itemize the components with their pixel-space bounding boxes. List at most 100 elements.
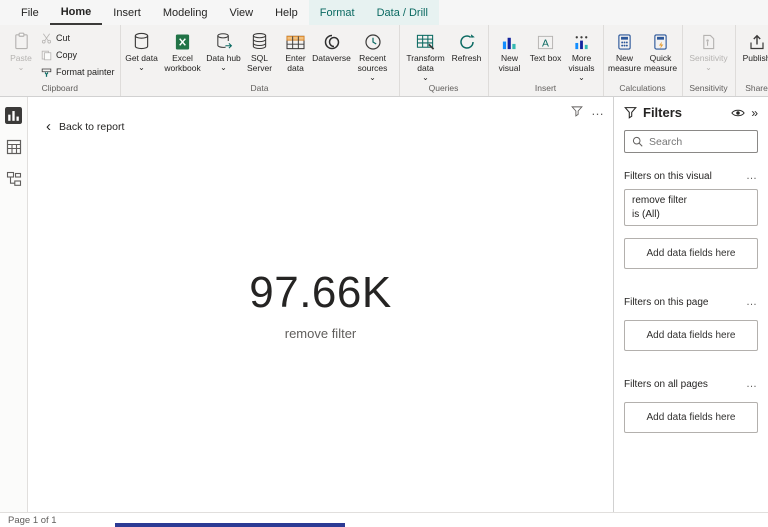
quick-measure-button[interactable]: Quick measure [643,27,679,73]
more-visuals-label: More visuals [568,53,595,74]
eye-icon[interactable] [731,108,746,118]
quick-measure-label: Quick measure [643,53,678,74]
horizontal-scrollbar-thumb[interactable] [115,523,345,527]
report-view-icon [5,106,22,124]
tab-insert[interactable]: Insert [102,0,152,25]
transform-table-icon [416,30,435,51]
tab-view[interactable]: View [218,0,264,25]
ribbon-group-share: Publish Share [736,25,768,96]
ribbon-group-calculations: New measure Quick measure Calculations [604,25,683,96]
ribbon-content: Paste ⌄ Cut Copy Format painter Clipboar… [0,25,768,96]
text-box-icon: A [537,30,554,51]
clipboard-group-label: Clipboard [41,83,78,93]
sensitivity-button[interactable]: Sensitivity ⌄ [686,27,732,72]
sql-database-icon [251,30,268,51]
filters-all-pages-section-header: Filters on all pages … [624,378,758,390]
chevron-down-icon: ⌄ [369,73,376,83]
report-view-button[interactable] [4,105,24,125]
refresh-label: Refresh [451,53,482,63]
transform-data-button[interactable]: Transform data ⌄ [403,27,449,82]
add-data-fields-all-pages[interactable]: Add data fields here [624,402,758,433]
refresh-icon [458,30,476,51]
filters-page-section-header: Filters on this page … [624,296,758,308]
publish-icon [748,30,766,51]
add-data-fields-page[interactable]: Add data fields here [624,320,758,351]
data-hub-icon [215,30,233,51]
dataverse-button[interactable]: Dataverse [312,27,351,63]
filter-field-name: remove filter [632,195,688,206]
database-icon [133,30,150,51]
card-value: 97.66K [249,268,392,317]
share-group-label: Share [745,83,768,93]
sensitivity-label: Sensitivity [689,53,728,63]
more-visuals-button[interactable]: More visuals ⌄ [564,27,600,82]
copy-button[interactable]: Copy [41,48,115,62]
filters-visual-section-header: Filters on this visual … [624,170,758,182]
cut-button[interactable]: Cut [41,31,115,45]
get-data-button[interactable]: Get data ⌄ [124,27,160,72]
model-view-button[interactable] [4,169,24,189]
table-grid-icon [286,30,305,51]
add-data-fields-visual[interactable]: Add data fields here [624,238,758,269]
data-view-icon [6,139,22,155]
clipboard-icon [12,30,31,51]
excel-workbook-button[interactable]: Excel workbook [160,27,206,73]
filter-card-remove-filter[interactable]: remove filter is (All) [624,189,758,226]
new-visual-button[interactable]: New visual [492,27,528,73]
filters-pane: Filters » Filters on this visual … remov… [613,97,768,512]
new-measure-button[interactable]: New measure [607,27,643,73]
get-data-label: Get data [125,53,158,63]
filters-page-section-title: Filters on this page [624,296,709,308]
tab-format[interactable]: Format [308,0,366,25]
recent-sources-button[interactable]: Recent sources ⌄ [350,27,396,82]
filters-search-box [624,130,758,153]
chevron-down-icon: ⌄ [705,63,712,73]
publish-button[interactable]: Publish [739,27,768,63]
copy-icon [41,50,52,61]
filters-visual-more-button[interactable]: … [746,170,758,182]
ribbon-group-data: Get data ⌄ Excel workbook Data hub ⌄ SQL… [121,25,400,96]
enter-data-label: Enter data [285,53,306,74]
search-input[interactable] [649,135,750,148]
card-visual[interactable]: 97.66K remove filter [28,97,613,512]
model-view-icon [6,171,22,187]
sql-server-button[interactable]: SQL Server [242,27,278,73]
bar-chart-icon [501,30,518,51]
filters-all-pages-more-button[interactable]: … [746,378,758,390]
filters-all-pages-section-title: Filters on all pages [624,378,708,390]
tab-modeling[interactable]: Modeling [152,0,219,25]
report-canvas: ‹ Back to report … 97.66K remove filter [28,97,613,512]
tab-data-drill[interactable]: Data / Drill [365,0,439,25]
publish-label: Publish [742,53,768,63]
paste-button[interactable]: Paste ⌄ [3,27,39,72]
sensitivity-tag-icon [701,30,716,51]
format-painter-label: Format painter [56,67,115,77]
chevron-down-icon: ⌄ [138,63,145,73]
sql-server-label: SQL Server [247,53,273,74]
sensitivity-group-label: Sensitivity [689,83,728,93]
view-rail [0,97,28,512]
data-view-button[interactable] [4,137,24,157]
excel-workbook-label: Excel workbook [164,53,201,74]
format-painter-button[interactable]: Format painter [41,65,115,79]
data-hub-button[interactable]: Data hub ⌄ [206,27,242,72]
filters-page-more-button[interactable]: … [746,296,758,308]
quick-measure-icon [653,30,668,51]
copy-label: Copy [56,50,78,60]
filters-pane-title: Filters [643,105,683,120]
cut-label: Cut [56,33,71,43]
collapse-pane-button[interactable]: » [751,106,758,120]
tab-help[interactable]: Help [264,0,309,25]
main-body: ‹ Back to report … 97.66K remove filter … [0,97,768,512]
new-measure-label: New measure [607,53,642,74]
tab-file[interactable]: File [10,0,50,25]
text-box-label: Text box [529,53,562,63]
refresh-button[interactable]: Refresh [449,27,485,63]
transform-data-label: Transform data [406,53,445,74]
text-box-button[interactable]: A Text box [528,27,564,63]
ribbon-tabs: File Home Insert Modeling View Help Form… [0,0,768,25]
enter-data-button[interactable]: Enter data [278,27,314,73]
tab-home[interactable]: Home [49,0,103,25]
data-group-label: Data [250,83,269,94]
excel-icon [174,30,191,51]
